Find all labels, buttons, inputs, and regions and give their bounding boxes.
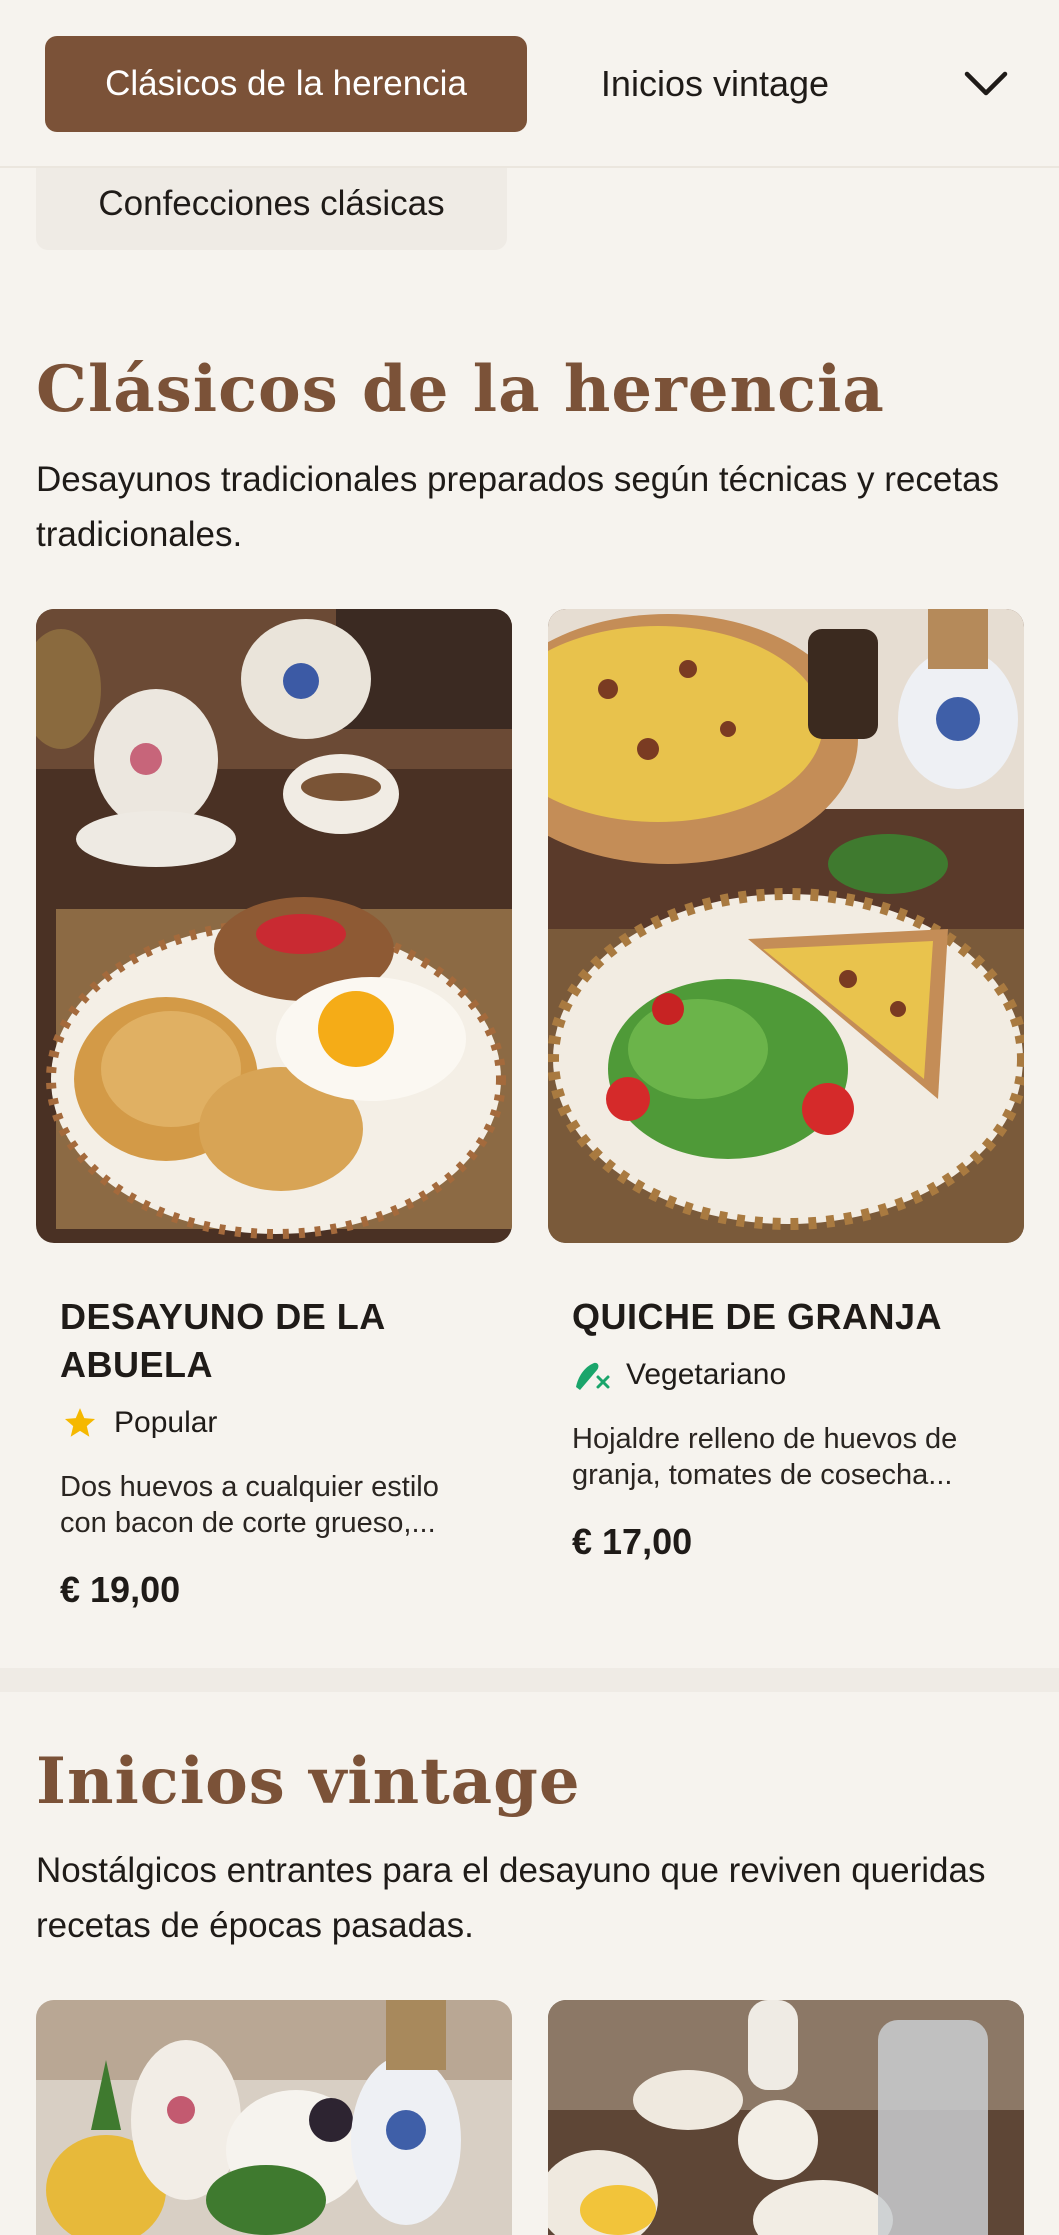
menu-item-card[interactable] [36,2000,512,2235]
section-divider [0,1668,1059,1692]
expand-categories-button[interactable] [950,54,1022,114]
section-title: Inicios vintage [36,1744,581,1819]
dish-photo [36,609,512,1243]
section-description: Desayunos tradicionales preparados según… [36,460,1000,554]
star-icon [60,1403,100,1443]
tab-clasicos-de-la-herencia[interactable]: Clásicos de la herencia [45,36,527,132]
menu-item-card[interactable]: QUICHE DE GRANJA Vegetariano Hojaldre re… [548,609,1024,1563]
tab-confecciones-clasicas[interactable]: Confecciones clásicas [36,168,507,250]
menu-item-card[interactable]: DESAYUNO DE LA ABUELA Popular Dos huevos… [36,609,512,1611]
tab-inicios-vintage[interactable]: Inicios vintage [560,36,870,132]
tag-label: Popular [114,1406,218,1439]
dish-photo [36,2000,512,2235]
menu-item-description: Dos huevos a cualquier estilo con bacon … [60,1471,439,1539]
chevron-down-icon [964,71,1008,96]
dish-photo [548,2000,1024,2235]
menu-item-card[interactable] [548,2000,1024,2235]
vegetarian-badge: Vegetariano [572,1353,1000,1397]
vegetarian-icon [572,1355,612,1395]
menu-item-name: QUICHE DE GRANJA [572,1296,943,1337]
menu-item-price: € 17,00 [572,1521,693,1562]
menu-item-name: DESAYUNO DE LA ABUELA [60,1296,385,1385]
category-nav: Clásicos de la herencia Inicios vintage [0,0,1059,168]
section-description: Nostálgicos entrantes para el desayuno q… [36,1851,986,1945]
section-title: Clásicos de la herencia [36,352,885,427]
popular-badge: Popular [60,1401,488,1445]
dish-photo [548,609,1024,1243]
tag-label: Vegetariano [626,1358,787,1391]
menu-item-price: € 19,00 [60,1569,181,1610]
menu-item-description: Hojaldre relleno de huevos de granja, to… [572,1423,958,1491]
